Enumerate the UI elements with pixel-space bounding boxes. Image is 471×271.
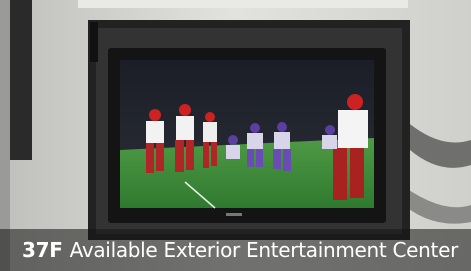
window-frame bbox=[8, 0, 32, 160]
compartment-door bbox=[78, 0, 408, 8]
tv-logo bbox=[226, 213, 242, 216]
door-strut bbox=[90, 22, 98, 62]
caption-bar: 37F Available Exterior Entertainment Cen… bbox=[0, 229, 471, 271]
tv bbox=[108, 48, 386, 223]
model-number: 37F bbox=[22, 238, 63, 262]
caption-text: Available Exterior Entertainment Center bbox=[69, 238, 459, 262]
